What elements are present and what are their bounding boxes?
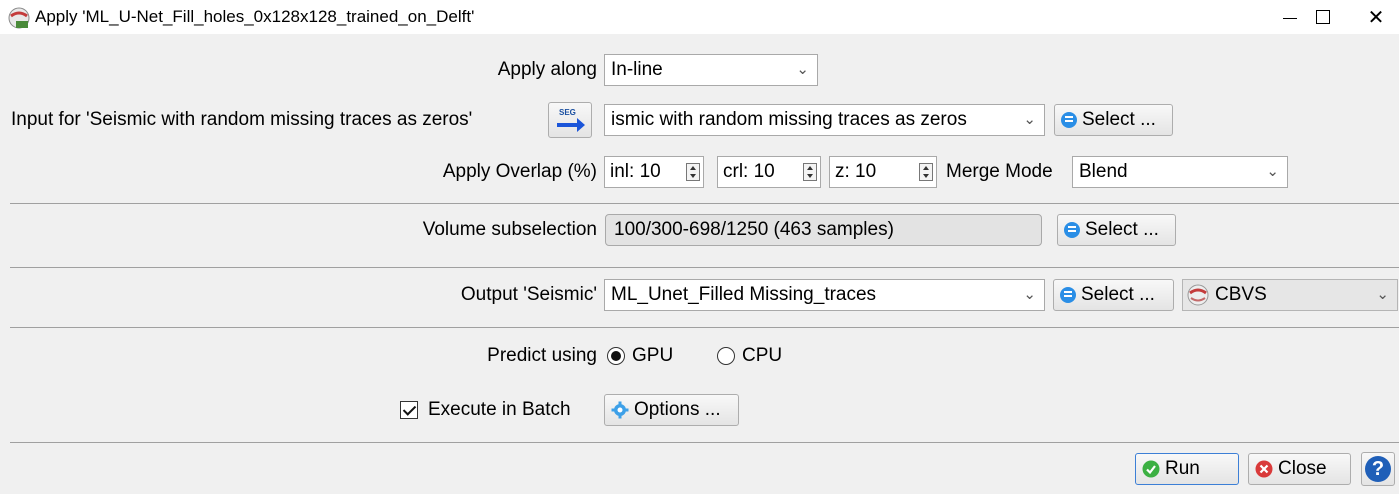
maximize-button[interactable] (1300, 0, 1346, 34)
help-button[interactable]: ? (1361, 452, 1395, 486)
overlap-z-spinner[interactable]: z: 10 (829, 156, 937, 188)
cbvs-format-icon (1187, 284, 1209, 306)
overlap-z-value: z: 10 (835, 161, 877, 182)
apply-along-select[interactable]: In-line ⌄ (604, 54, 818, 86)
title-bar: Apply 'ML_U-Net_Fill_holes_0x128x128_tra… (0, 0, 1399, 34)
close-icon: ✕ (1367, 6, 1385, 29)
chevron-down-icon: ⌄ (1376, 286, 1389, 303)
run-button[interactable]: Run (1135, 453, 1239, 485)
close-button[interactable]: Close (1248, 453, 1351, 485)
overlap-inl-value: inl: 10 (610, 161, 661, 182)
execute-batch-label[interactable]: Execute in Batch (428, 394, 571, 426)
output-select-button[interactable]: Select ... (1053, 279, 1174, 311)
overlap-label: Apply Overlap (%) (442, 161, 597, 182)
svg-text:SEG: SEG (559, 108, 576, 117)
run-label: Run (1165, 458, 1200, 479)
close-label: Close (1278, 458, 1327, 479)
input-label: Input for 'Seismic with random missing t… (11, 109, 473, 130)
separator (10, 442, 1399, 443)
output-format-select[interactable]: CBVS ⌄ (1182, 279, 1398, 311)
overlap-crl-value: crl: 10 (723, 161, 775, 182)
execute-batch-checkbox[interactable] (400, 401, 418, 419)
cpu-label[interactable]: CPU (742, 340, 782, 372)
input-value: ismic with random missing traces as zero… (611, 109, 967, 130)
app-icon (8, 7, 30, 29)
maximize-icon (1316, 10, 1330, 24)
output-value: ML_Unet_Filled Missing_traces (611, 284, 877, 305)
input-select[interactable]: ismic with random missing traces as zero… (604, 104, 1045, 136)
spinner-arrows-icon[interactable] (919, 163, 933, 181)
gear-icon (611, 401, 629, 419)
volume-label: Volume subselection (422, 219, 597, 240)
batch-options-label: Options ... (634, 399, 721, 420)
apply-along-value: In-line (611, 59, 663, 80)
volume-select-label: Select ... (1085, 219, 1159, 240)
import-seg-button[interactable]: SEG (548, 102, 592, 138)
seg-import-icon: SEG (557, 108, 585, 132)
minimize-icon (1283, 17, 1297, 19)
gpu-radio[interactable] (607, 347, 625, 365)
input-select-button[interactable]: Select ... (1054, 104, 1173, 136)
apply-along-label: Apply along (497, 59, 597, 80)
predict-label: Predict using (487, 345, 597, 366)
chevron-down-icon: ⌄ (1266, 163, 1279, 180)
volume-value: 100/300-698/1250 (463 samples) (614, 219, 894, 240)
gpu-label[interactable]: GPU (632, 340, 673, 372)
separator (10, 327, 1399, 328)
output-select-label: Select ... (1081, 284, 1155, 305)
merge-mode-label: Merge Mode (946, 161, 1053, 182)
output-label: Output 'Seismic' (460, 284, 597, 305)
merge-mode-value: Blend (1079, 161, 1128, 182)
window-title: Apply 'ML_U-Net_Fill_holes_0x128x128_tra… (35, 7, 475, 26)
spinner-arrows-icon[interactable] (686, 163, 700, 181)
chevron-down-icon: ⌄ (1023, 286, 1036, 303)
spinner-arrows-icon[interactable] (803, 163, 817, 181)
volume-select-button[interactable]: Select ... (1057, 214, 1176, 246)
input-select-label: Select ... (1082, 109, 1156, 130)
close-circle-icon (1255, 460, 1273, 478)
merge-mode-select[interactable]: Blend ⌄ (1072, 156, 1288, 188)
close-window-button[interactable]: ✕ (1353, 0, 1399, 34)
select-icon (1064, 222, 1080, 238)
select-icon (1061, 112, 1077, 128)
check-circle-icon (1142, 460, 1160, 478)
chevron-down-icon: ⌄ (1023, 111, 1036, 128)
output-select[interactable]: ML_Unet_Filled Missing_traces ⌄ (604, 279, 1045, 311)
overlap-crl-spinner[interactable]: crl: 10 (717, 156, 821, 188)
cpu-radio[interactable] (717, 347, 735, 365)
chevron-down-icon: ⌄ (796, 61, 809, 78)
help-icon: ? (1365, 456, 1391, 482)
volume-value-field: 100/300-698/1250 (463 samples) (605, 214, 1042, 246)
batch-options-button[interactable]: Options ... (604, 394, 739, 426)
separator (10, 267, 1399, 268)
output-format-value: CBVS (1215, 284, 1267, 305)
overlap-inl-spinner[interactable]: inl: 10 (604, 156, 704, 188)
separator (10, 203, 1399, 204)
select-icon (1060, 287, 1076, 303)
